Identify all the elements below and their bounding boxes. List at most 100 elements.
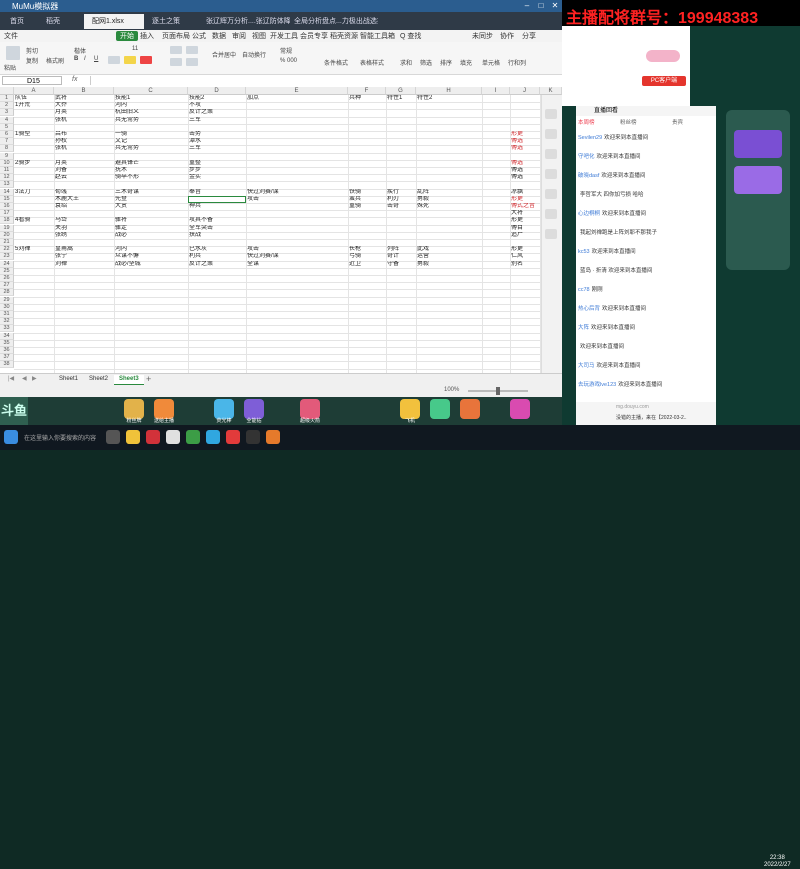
- next-sheet-icon[interactable]: ▶: [32, 375, 37, 382]
- cell-j11[interactable]: 傅选: [510, 167, 540, 174]
- copy-button[interactable]: 复制: [26, 56, 38, 65]
- cell-c4[interactable]: 兵无常势: [114, 117, 188, 124]
- fx-label[interactable]: fx: [72, 76, 77, 83]
- sum-button[interactable]: 求和: [400, 58, 412, 67]
- select-all-corner[interactable]: [0, 87, 14, 95]
- column-header-h[interactable]: H: [416, 87, 482, 95]
- gift-extra3-icon[interactable]: [510, 399, 530, 419]
- tab-docer[interactable]: 稻壳: [38, 14, 82, 29]
- menu-review[interactable]: 审阅: [232, 31, 246, 41]
- app-icon[interactable]: [166, 430, 180, 444]
- system-clock[interactable]: 22:38 2022/2/27: [764, 855, 791, 869]
- gift-glow-icon[interactable]: [214, 399, 234, 419]
- cell-g23[interactable]: 奇计: [386, 253, 416, 260]
- chat-input-area[interactable]: mg.douyu.com 没错的主播，来在【2022-03-2..: [576, 402, 716, 425]
- pc-client-badge[interactable]: PC客户端: [642, 76, 686, 86]
- chat-message[interactable]: cc78 刚刚: [578, 286, 714, 295]
- windows-start-icon[interactable]: [4, 430, 18, 444]
- cell-d20[interactable]: 挟战: [188, 232, 246, 239]
- cell-j10[interactable]: 傅选: [510, 160, 540, 167]
- cell-h1[interactable]: 特性2: [416, 95, 482, 102]
- font-select[interactable]: 楷体: [74, 46, 86, 55]
- chat-message[interactable]: Sevilen29 欢迎来到本直播间: [578, 134, 714, 143]
- cell-g22[interactable]: 列阵: [386, 246, 416, 253]
- chat-username[interactable]: 热心后背: [578, 306, 600, 312]
- search-menu[interactable]: Q 查找: [400, 31, 421, 41]
- cell-e23[interactable]: 快过刘赛/谋: [246, 253, 348, 260]
- tool-select-icon[interactable]: [545, 109, 557, 119]
- cell-a2[interactable]: 1开荒: [14, 102, 54, 109]
- row-header-29[interactable]: 29: [0, 296, 14, 304]
- chat-username[interactable]: cc78: [578, 287, 590, 293]
- number-format-select[interactable]: 常规: [280, 46, 292, 55]
- cell-b8[interactable]: 张机: [54, 145, 114, 152]
- gift-extra2-icon[interactable]: [460, 399, 480, 419]
- paste-icon[interactable]: [6, 46, 20, 60]
- wechat-icon[interactable]: [186, 430, 200, 444]
- app2-icon[interactable]: [246, 430, 260, 444]
- row-header-35[interactable]: 35: [0, 339, 14, 347]
- cell-b6[interactable]: 吕布: [54, 131, 114, 138]
- chat-username[interactable]: kc53: [578, 249, 590, 255]
- tool-shape-icon[interactable]: [545, 149, 557, 159]
- font-color-icon[interactable]: [140, 56, 152, 64]
- cell-c18[interactable]: 骤将: [114, 217, 188, 224]
- gift-extra-icon[interactable]: [430, 399, 450, 419]
- rank-tab-week[interactable]: 本周榜: [578, 118, 595, 126]
- gift-fans-icon[interactable]: [124, 399, 144, 419]
- border-icon[interactable]: [108, 56, 120, 64]
- row-header-10[interactable]: 10: [0, 159, 14, 167]
- row-header-32[interactable]: 32: [0, 318, 14, 326]
- cell-c1[interactable]: 技能1: [114, 95, 188, 102]
- cell-j24[interactable]: 别名: [510, 261, 540, 268]
- format-painter-button[interactable]: 格式刷: [46, 56, 64, 65]
- chat-username[interactable]: Sevilen29: [578, 135, 602, 141]
- cell-g14[interactable]: 疾行: [386, 189, 416, 196]
- cell-b10[interactable]: 月英: [54, 160, 114, 167]
- filter-button[interactable]: 筛选: [420, 58, 432, 67]
- row-header-8[interactable]: 8: [0, 145, 14, 153]
- gift-send-icon[interactable]: [154, 399, 174, 419]
- cell-b4[interactable]: 张机: [54, 117, 114, 124]
- promo-badge-icon[interactable]: [734, 130, 782, 158]
- cell-e15[interactable]: 攻击: [246, 196, 348, 203]
- cell-e22[interactable]: 攻击: [246, 246, 348, 253]
- cell-e1[interactable]: 加点: [246, 95, 348, 102]
- column-header-b[interactable]: B: [54, 87, 114, 95]
- row-header-16[interactable]: 16: [0, 203, 14, 210]
- percent-button[interactable]: % 000: [280, 58, 297, 64]
- chat-message[interactable]: 蓝岛 · 折清 欢迎来到本直播间: [578, 267, 714, 276]
- cell-f14[interactable]: 铁骑: [348, 189, 386, 196]
- column-header-f[interactable]: F: [348, 87, 386, 95]
- row-header-4[interactable]: 4: [0, 116, 14, 124]
- cell-d10[interactable]: 重整: [188, 160, 246, 167]
- cell-d7[interactable]: 潭水: [188, 138, 246, 145]
- chat-message[interactable]: 欢迎来到本直播间: [578, 343, 714, 352]
- merge-center-button[interactable]: 合并居中: [212, 50, 236, 59]
- cell-c15[interactable]: 先登: [114, 196, 188, 203]
- row-header-17[interactable]: 17: [0, 210, 14, 218]
- column-header-d[interactable]: D: [188, 87, 246, 95]
- minimize-icon[interactable]: –: [520, 0, 534, 12]
- cell-b18[interactable]: 马岱: [54, 217, 114, 224]
- file-explorer-icon[interactable]: [126, 430, 140, 444]
- tab-doc-4[interactable]: 全局分析盘点...力极出战选择: [286, 14, 378, 29]
- fill-button[interactable]: 填充: [460, 58, 472, 67]
- tool-help-icon[interactable]: [545, 169, 557, 179]
- menu-formula[interactable]: 公式: [192, 31, 206, 41]
- row-header-7[interactable]: 7: [0, 138, 14, 146]
- menu-home[interactable]: 开始: [116, 31, 138, 41]
- unsynced-status[interactable]: 未同步: [472, 31, 493, 41]
- cell-j19[interactable]: 傅目: [510, 225, 540, 232]
- cell-a10[interactable]: 2骑步: [14, 160, 54, 167]
- align-left-icon[interactable]: [170, 58, 182, 66]
- tab-workbook[interactable]: 配网1.xlsx: [84, 14, 144, 29]
- cell-b16[interactable]: 袁绍: [54, 203, 114, 210]
- cell-b14[interactable]: 荀彧: [54, 189, 114, 196]
- cell-c22[interactable]: 河内: [114, 246, 188, 253]
- spreadsheet-grid[interactable]: ABCDEFGHIJK 1 2 3 4 5 6 7 8 9 10 11 12 13 14 15 16 17 18 1…: [0, 87, 562, 373]
- first-sheet-icon[interactable]: |◀: [8, 375, 14, 382]
- cell-h22[interactable]: 此戏: [416, 246, 482, 253]
- cell-c16[interactable]: 大赏: [114, 203, 188, 210]
- row-header-36[interactable]: 36: [0, 347, 14, 354]
